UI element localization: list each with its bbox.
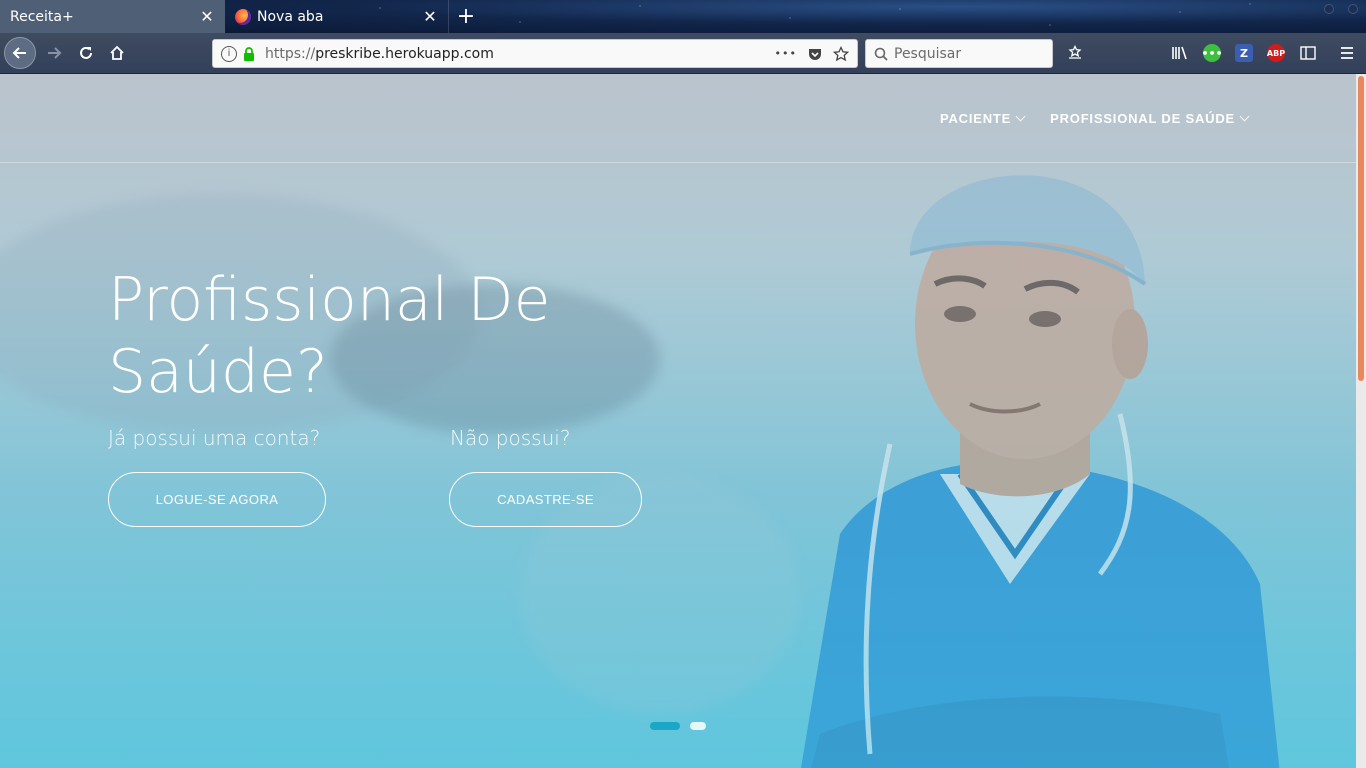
sidebar-icon — [1300, 46, 1316, 60]
close-icon[interactable]: ✕ — [199, 7, 215, 26]
reload-icon — [80, 46, 92, 59]
chevron-down-icon — [1239, 111, 1250, 122]
carousel-dot-active[interactable] — [650, 722, 680, 730]
menu-item-label: PACIENTE — [939, 111, 1012, 126]
chevron-down-icon — [1015, 111, 1026, 122]
hero-title: Profissional De Saúde? — [108, 265, 551, 407]
tab-receita[interactable]: Receita+ ✕ — [0, 0, 225, 33]
search-icon — [874, 47, 888, 61]
tab-title: Nova aba — [257, 8, 324, 25]
extension-chat-button[interactable]: ••• — [1200, 41, 1224, 65]
tab-strip: Receita+ ✕ Nova aba ✕ + — [0, 0, 1366, 33]
window-control[interactable] — [1324, 4, 1334, 14]
menu-item-paciente[interactable]: PACIENTE — [939, 111, 1026, 126]
menu-item-label: PROFISSIONAL DE SAÚDE — [1050, 111, 1235, 126]
library-button[interactable] — [1168, 41, 1192, 65]
library-icon — [1172, 46, 1187, 60]
reload-button[interactable] — [70, 37, 102, 69]
arrow-left-icon — [12, 47, 26, 59]
login-prompt: Já possui uma conta? — [108, 426, 321, 450]
tab-nova-aba[interactable]: Nova aba ✕ — [225, 0, 449, 33]
adblock-icon: ABP — [1267, 44, 1285, 62]
browser-toolbar: i https:// preskribe.herokuapp.com ••• P… — [0, 33, 1366, 74]
extension-zotero-button[interactable]: Z — [1232, 41, 1256, 65]
page-actions-button[interactable]: ••• — [775, 47, 797, 60]
search-placeholder: Pesquisar — [894, 45, 962, 62]
firefox-icon — [235, 8, 251, 25]
login-button[interactable]: LOGUE-SE AGORA — [108, 472, 326, 527]
window-controls[interactable] — [1324, 4, 1358, 14]
sidebar-toggle-button[interactable] — [1296, 41, 1320, 65]
reading-list-button[interactable] — [1063, 41, 1087, 65]
url-host: preskribe.herokuapp.com — [315, 45, 494, 62]
extension-adblock-button[interactable]: ABP — [1264, 41, 1288, 65]
lock-icon[interactable] — [243, 46, 255, 61]
scrollbar-thumb[interactable] — [1358, 76, 1364, 381]
back-button[interactable] — [4, 37, 36, 69]
main-menu: PACIENTE PROFISSIONAL DE SAÚDE — [939, 111, 1250, 126]
star-icon[interactable] — [833, 45, 849, 62]
page-scrollbar[interactable] — [1356, 74, 1366, 768]
signup-prompt: Não possui? — [450, 426, 571, 450]
page-viewport: PACIENTE PROFISSIONAL DE SAÚDE Profissio… — [0, 74, 1356, 768]
home-button[interactable] — [101, 37, 133, 69]
menu-item-profissional[interactable]: PROFISSIONAL DE SAÚDE — [1050, 111, 1250, 126]
signup-button[interactable]: CADASTRE-SE — [449, 472, 642, 527]
hero-overlay — [0, 74, 1356, 768]
home-icon — [110, 45, 124, 60]
window-control[interactable] — [1348, 4, 1358, 14]
carousel-indicators — [650, 722, 706, 730]
carousel-dot[interactable] — [690, 722, 706, 730]
site-header: PACIENTE PROFISSIONAL DE SAÚDE — [0, 74, 1356, 163]
new-tab-button[interactable]: + — [452, 0, 480, 33]
menu-button[interactable] — [1335, 41, 1359, 65]
address-bar[interactable]: i https:// preskribe.herokuapp.com ••• — [212, 39, 858, 68]
close-icon[interactable]: ✕ — [422, 7, 438, 26]
tab-title: Receita+ — [10, 8, 74, 25]
search-bar[interactable]: Pesquisar — [865, 39, 1053, 68]
pocket-icon[interactable] — [807, 46, 823, 62]
hamburger-menu-icon — [1341, 47, 1353, 59]
arrow-right-icon — [48, 47, 62, 59]
star-tray-icon — [1068, 45, 1082, 59]
zotero-icon: Z — [1235, 44, 1253, 62]
info-icon[interactable]: i — [221, 45, 237, 62]
forward-button[interactable] — [38, 37, 70, 69]
url-protocol: https:// — [265, 45, 316, 62]
chat-bubble-icon: ••• — [1201, 44, 1223, 62]
